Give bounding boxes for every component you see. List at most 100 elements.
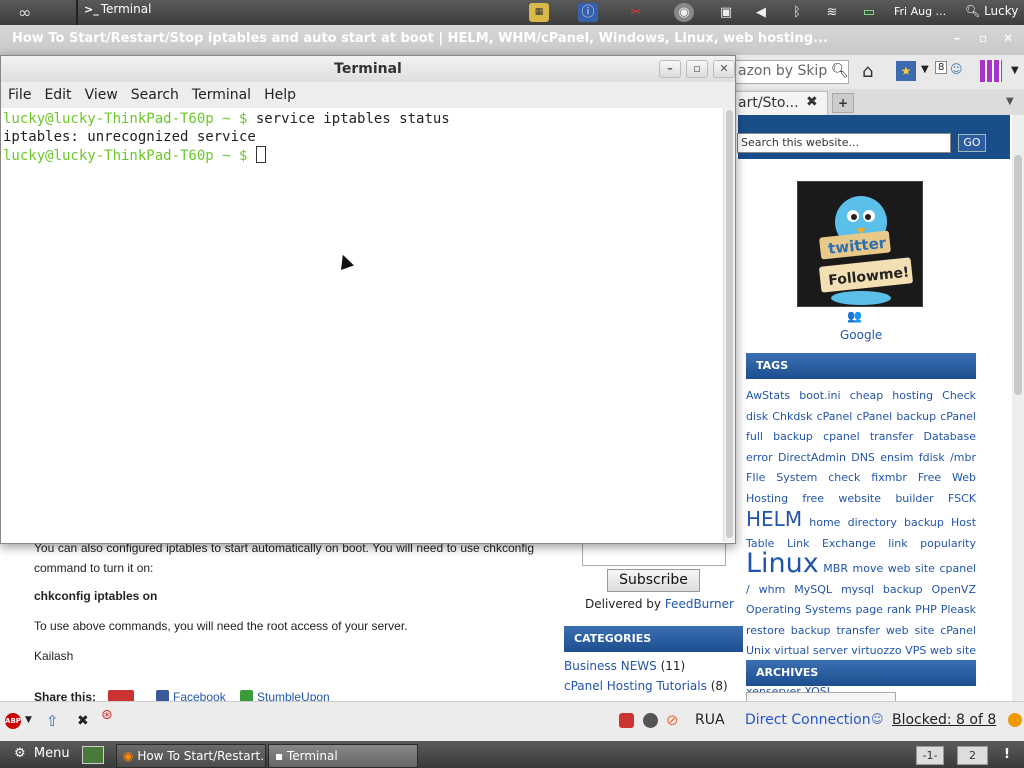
wifi-icon[interactable]: ≋ — [822, 3, 842, 22]
tag-link[interactable]: Host — [951, 516, 976, 529]
site-search-input[interactable]: Search this website... — [737, 133, 951, 153]
user-menu[interactable]: 🔍︎ Lucky — [965, 4, 1018, 18]
tag-link[interactable]: MySQL — [794, 583, 832, 596]
tag-link[interactable]: cPanel backup — [856, 410, 936, 423]
tag-link[interactable]: /mbr — [950, 451, 976, 464]
infinity-logo-icon[interactable]: ∞ — [18, 3, 31, 22]
tag-link[interactable]: site — [915, 562, 935, 575]
menu-terminal[interactable]: Terminal — [185, 82, 257, 108]
menu-search[interactable]: Search — [124, 82, 185, 108]
workspace-1[interactable]: -1- — [916, 746, 944, 765]
menu-file[interactable]: File — [1, 82, 37, 108]
volume-icon[interactable]: ◀ — [751, 3, 771, 22]
menu-edit[interactable]: Edit — [37, 82, 77, 108]
minimize-icon[interactable]: – — [954, 31, 960, 45]
tag-link[interactable]: mysql — [841, 583, 874, 596]
tag-link[interactable]: popularity — [920, 537, 976, 550]
tag-link[interactable]: link — [888, 537, 907, 550]
new-tab-button[interactable]: + — [832, 93, 854, 113]
tag-link[interactable]: Database — [924, 430, 977, 443]
tag-link[interactable]: builder — [895, 492, 933, 505]
tag-link[interactable]: error — [746, 451, 773, 464]
browser-scrollbar[interactable] — [1012, 115, 1024, 701]
tag-link[interactable]: website — [838, 492, 881, 505]
workspace-2[interactable]: 2 — [957, 746, 988, 765]
tag-link[interactable]: page — [855, 603, 882, 616]
tag-link[interactable]: DNS — [851, 451, 875, 464]
addon-status-icon[interactable] — [1008, 713, 1022, 727]
tag-link[interactable]: boot.ini — [799, 389, 840, 402]
ghost-icon[interactable]: ☺ — [871, 712, 884, 726]
close-x-icon[interactable]: ✖ — [77, 713, 89, 729]
tag-link[interactable]: Chkdsk — [772, 410, 812, 423]
menu-help[interactable]: Help — [257, 82, 302, 108]
tag-link[interactable]: virtuozzo — [851, 644, 901, 657]
subscribe-button[interactable]: Subscribe — [607, 569, 700, 592]
tag-link[interactable]: FIle — [746, 471, 765, 484]
close-icon[interactable]: ✕ — [713, 60, 735, 78]
tag-link[interactable]: cPanel — [817, 410, 853, 423]
tag-link[interactable]: Free — [918, 471, 941, 484]
adblock-menu-arrow-icon[interactable]: ▼ — [25, 715, 32, 725]
active-app-indicator[interactable]: >_ Terminal — [84, 2, 151, 16]
pin-icon[interactable]: ⊛ — [101, 707, 113, 723]
tag-link[interactable]: VPS — [905, 644, 926, 657]
bluetooth-icon[interactable]: ᛒ — [787, 3, 807, 22]
archives-select[interactable] — [746, 692, 896, 701]
start-menu-button[interactable]: ⚙ Menu — [14, 746, 70, 761]
tag-link[interactable]: Check — [942, 389, 976, 402]
noscript-icon[interactable]: ⊘ — [666, 711, 679, 729]
clock[interactable]: Fri Aug ... — [894, 5, 946, 18]
tag-link[interactable]: backup — [883, 583, 923, 596]
show-desktop-icon[interactable] — [82, 746, 104, 764]
google-friends-icon[interactable]: 👥 — [847, 309, 862, 323]
tag-link[interactable]: HELM — [746, 507, 802, 531]
battery-icon[interactable]: ▭ — [859, 3, 879, 22]
tag-link[interactable]: DirectAdmin — [778, 451, 846, 464]
display-icon[interactable]: ▣ — [716, 3, 736, 22]
tab-close-icon[interactable]: ✖ — [806, 94, 818, 110]
update-manager-icon[interactable]: ◉ — [674, 3, 694, 22]
category-name[interactable]: Business NEWS — [564, 659, 657, 673]
menu-arrow-icon[interactable]: ▼ — [1011, 65, 1019, 76]
email-field[interactable] — [582, 543, 726, 566]
tag-link[interactable]: check — [828, 471, 860, 484]
proxy-status[interactable]: Direct Connection — [745, 712, 871, 728]
record-icon[interactable] — [619, 713, 634, 728]
tag-link[interactable]: site — [914, 624, 934, 637]
tag-link[interactable]: web — [930, 644, 953, 657]
minimize-icon[interactable]: – — [659, 60, 681, 78]
tag-link[interactable]: Pleask — [941, 603, 976, 616]
tag-link[interactable]: cheap — [850, 389, 884, 402]
tag-link[interactable]: server — [813, 644, 848, 657]
tag-link[interactable]: free — [802, 492, 824, 505]
tag-link[interactable]: rank — [887, 603, 912, 616]
tag-link[interactable]: web — [888, 562, 911, 575]
tag-link[interactable]: cpanel — [823, 430, 860, 443]
tag-link[interactable]: Unix — [746, 644, 771, 657]
google-link[interactable]: Google — [840, 328, 882, 342]
go-button[interactable]: GO — [958, 134, 986, 152]
tag-link[interactable]: move — [853, 562, 884, 575]
addon-icon[interactable]: ☺ — [950, 62, 963, 76]
dropdown-arrow-icon[interactable]: ▼ — [921, 64, 929, 75]
tag-link[interactable]: System — [776, 471, 817, 484]
tag-link[interactable]: Web — [952, 471, 976, 484]
calendar-applet-icon[interactable]: ▦ — [529, 3, 549, 22]
tag-link[interactable]: virtual — [774, 644, 809, 657]
category-item[interactable]: cPanel Hosting Tutorials (8) — [564, 679, 728, 693]
taskbar-item-browser[interactable]: ◉ How To Start/Restart... — [116, 744, 266, 768]
tag-link[interactable]: Linux — [746, 548, 819, 579]
category-name[interactable]: cPanel Hosting Tutorials — [564, 679, 707, 693]
terminal-scrollbar[interactable] — [723, 108, 735, 542]
scrollbar-thumb[interactable] — [726, 110, 733, 538]
bookmarks-icon[interactable]: ★ — [896, 61, 916, 81]
blocked-counter[interactable]: Blocked: 8 of 8 — [892, 712, 996, 728]
tag-link[interactable]: Operating Systems — [746, 603, 852, 616]
taskbar-item-terminal[interactable]: ▪ Terminal — [268, 744, 418, 768]
notification-badge[interactable]: 8 — [935, 61, 948, 74]
tag-link[interactable]: fdisk — [919, 451, 945, 464]
tag-link[interactable]: OpenVZ — [932, 583, 976, 596]
tag-link[interactable]: AwStats — [746, 389, 790, 402]
camera-icon[interactable] — [643, 713, 658, 728]
